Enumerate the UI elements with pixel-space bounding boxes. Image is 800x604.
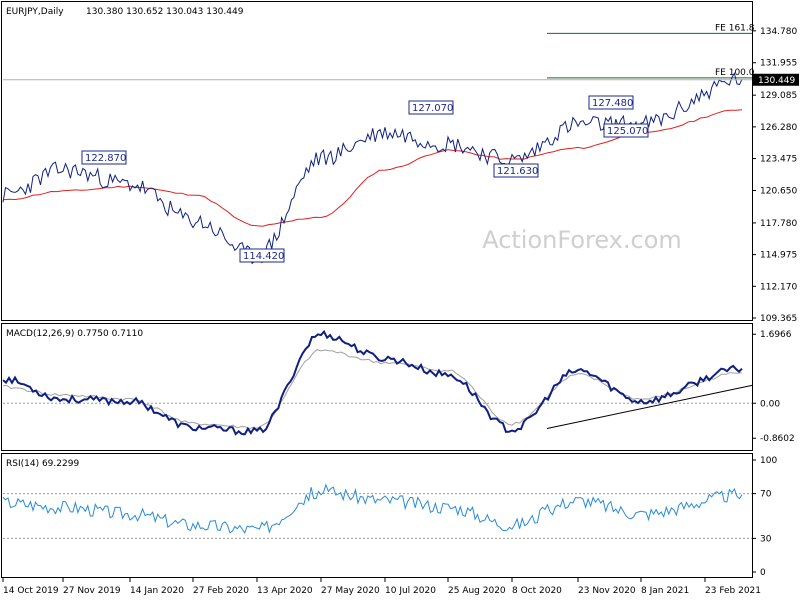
macd-y-tick-label: -0.8602 xyxy=(760,434,795,444)
price-title: EURJPY,Daily xyxy=(6,7,64,17)
rsi-panel-frame xyxy=(1,453,753,578)
chart-root: ActionForex.com EURJPY,Daily 130.380 130… xyxy=(0,0,800,600)
macd-title: MACD(12,26,9) 0.7750 0.7110 xyxy=(6,329,143,339)
rsi-y-tick-label: 0 xyxy=(760,568,766,578)
macd-trendline xyxy=(546,384,753,429)
price-y-tick-label: 120.650 xyxy=(760,186,797,196)
price-y-tick-label: 131.955 xyxy=(760,59,797,69)
macd-signal-series xyxy=(2,349,743,430)
rsi-y-tick-label: 30 xyxy=(760,534,772,544)
macd-y-tick-label: 1.6966 xyxy=(760,330,792,340)
macd-y-tick-label: 0.00 xyxy=(760,399,780,409)
x-tick-label: 14 Jan 2020 xyxy=(130,586,184,596)
last-price-label: 130.449 xyxy=(758,76,795,86)
price-y-tick-label: 134.780 xyxy=(760,27,797,37)
annotation-label: 122.870 xyxy=(85,153,126,164)
annotation-label: 125.070 xyxy=(607,126,648,137)
price-y-tick-label: 129.085 xyxy=(760,91,797,101)
x-tick-label: 23 Feb 2021 xyxy=(705,586,761,596)
price-ohlc: 130.380 130.652 130.043 130.449 xyxy=(86,7,244,17)
watermark: ActionForex.com xyxy=(482,226,682,254)
annotation-label: 114.420 xyxy=(243,251,284,262)
x-tick-label: 14 Oct 2019 xyxy=(3,586,59,596)
price-y-tick-label: 123.475 xyxy=(760,155,797,165)
x-tick-label: 25 Aug 2020 xyxy=(448,586,506,596)
chart-svg: ActionForex.com EURJPY,Daily 130.380 130… xyxy=(1,1,799,596)
x-tick-label: 27 Feb 2020 xyxy=(193,586,249,596)
rsi-series xyxy=(2,483,743,535)
price-y-tick-label: 109.365 xyxy=(760,314,797,324)
x-tick-label: 8 Jan 2021 xyxy=(641,586,689,596)
price-y-tick-label: 112.170 xyxy=(760,282,797,292)
price-y-tick-label: 114.975 xyxy=(760,251,797,261)
x-tick-label: 23 Nov 2020 xyxy=(578,586,636,596)
x-tick-label: 8 Oct 2020 xyxy=(512,586,562,596)
rsi-y-tick-label: 100 xyxy=(760,456,777,466)
rsi-title: RSI(14) 69.2299 xyxy=(6,459,79,469)
rsi-y-tick-label: 70 xyxy=(760,490,772,500)
x-tick-label: 10 Jul 2020 xyxy=(385,586,436,596)
macd-series xyxy=(2,329,743,436)
price-y-tick-label: 117.780 xyxy=(760,219,797,229)
annotation-label: 121.630 xyxy=(497,166,538,177)
x-tick-label: 27 May 2020 xyxy=(321,586,380,596)
price-y-tick-label: 126.280 xyxy=(760,123,797,133)
annotation-label: 127.480 xyxy=(592,98,633,109)
macd-panel-frame xyxy=(1,323,753,451)
x-tick-label: 13 Apr 2020 xyxy=(257,586,313,596)
annotation-label: 127.070 xyxy=(412,103,453,114)
fib-level-label: FE 161.8 xyxy=(715,23,755,33)
x-tick-label: 27 Nov 2019 xyxy=(63,586,121,596)
